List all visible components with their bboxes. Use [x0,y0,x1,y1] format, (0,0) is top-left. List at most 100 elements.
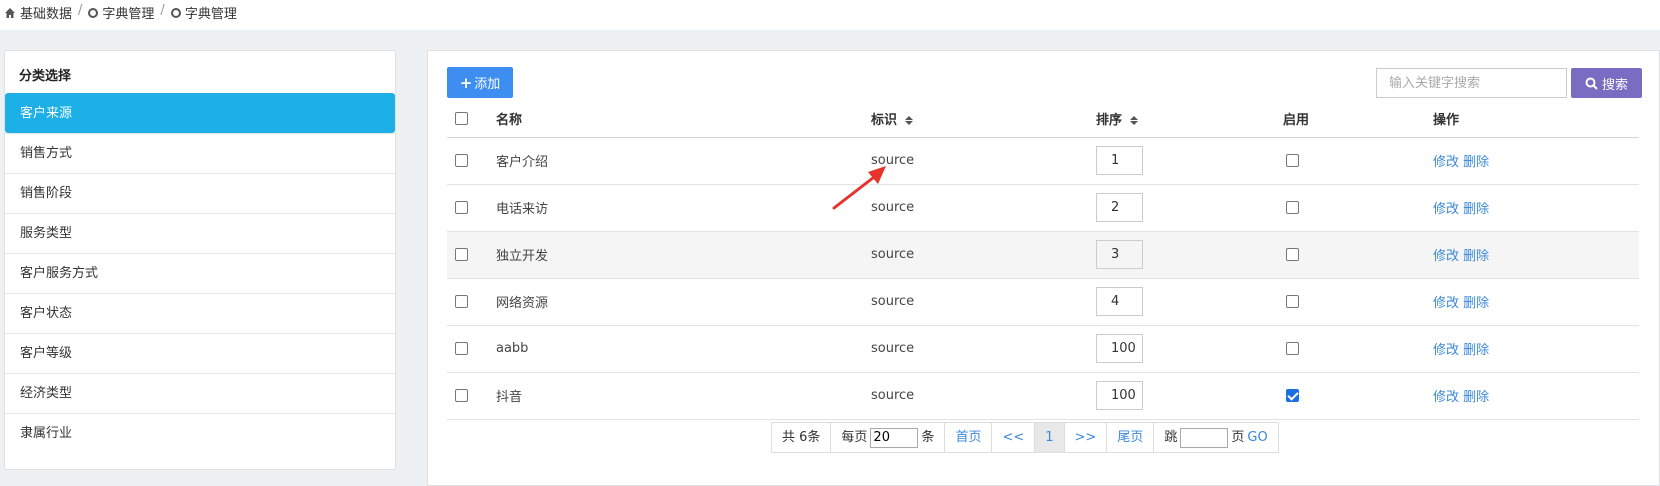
per-page-input[interactable] [870,427,919,448]
breadcrumb-level2-label: 字典管理 [102,7,155,22]
row-checkbox[interactable] [455,154,468,167]
delete-link[interactable]: 删除 [1463,296,1489,311]
row-code: source [871,278,1096,326]
breadcrumb-level3[interactable]: 字典管理 [170,3,237,22]
breadcrumb-separator: / [78,3,83,18]
enabled-checkbox[interactable] [1286,342,1299,355]
pager-jump: 跳 页 GO [1154,423,1277,452]
pager-jump-prefix: 跳 [1164,430,1178,445]
main-panel: + 添加 搜索 名称 标识 排序 启用 操作 客户介绍 source 1 [427,50,1660,486]
order-input[interactable]: 4 [1096,287,1143,316]
category-item-sales-method[interactable]: 销售方式 [5,133,395,173]
circle-icon [170,7,181,18]
row-code: source [871,137,1096,185]
category-item-customer-level[interactable]: 客户等级 [5,333,395,373]
sort-icon[interactable] [1130,116,1139,126]
header-enabled: 启用 [1283,113,1310,129]
order-input[interactable]: 1 [1096,146,1143,175]
row-checkbox[interactable] [455,389,468,402]
enabled-checkbox[interactable] [1286,389,1299,402]
enabled-checkbox[interactable] [1286,248,1299,261]
header-name: 名称 [496,113,523,129]
row-code: source [871,184,1096,232]
search-icon [1585,77,1598,90]
dictionary-table: 名称 标识 排序 启用 操作 客户介绍 source 1 修改 删除 电话来访 … [447,101,1639,420]
delete-link[interactable]: 删除 [1463,343,1489,358]
jump-page-input[interactable] [1180,427,1229,448]
pager-next[interactable]: >> [1065,423,1108,452]
table-row: 抖音 source 100 修改 删除 [447,372,1639,420]
edit-link[interactable]: 修改 [1433,202,1459,217]
pager-prev[interactable]: << [992,423,1036,452]
pager-per-page-prefix: 每页 [841,430,868,445]
edit-link[interactable]: 修改 [1433,155,1459,170]
category-item-industry[interactable]: 隶属行业 [5,413,395,453]
pager-first[interactable]: 首页 [945,423,993,452]
table-row: 客户介绍 source 1 修改 删除 [447,137,1639,185]
pager-total: 共 6条 [772,423,832,452]
enabled-checkbox[interactable] [1286,295,1299,308]
table-row: aabb source 100 修改 删除 [447,325,1639,373]
header-code[interactable]: 标识 [871,113,897,128]
search-input[interactable] [1376,68,1567,98]
pager-per-page-suffix: 条 [921,430,935,445]
table-header-row: 名称 标识 排序 启用 操作 [447,101,1639,138]
delete-link[interactable]: 删除 [1463,155,1489,170]
search-button[interactable]: 搜索 [1571,68,1642,98]
row-name: 客户介绍 [496,137,871,185]
edit-link[interactable]: 修改 [1433,343,1459,358]
delete-link[interactable]: 删除 [1463,249,1489,264]
row-checkbox[interactable] [455,295,468,308]
breadcrumb-level2[interactable]: 字典管理 [88,3,154,22]
edit-link[interactable]: 修改 [1433,249,1459,264]
breadcrumb-separator: / [160,3,165,18]
category-item-service-type[interactable]: 服务类型 [5,213,395,253]
row-checkbox[interactable] [455,201,468,214]
category-item-customer-source[interactable]: 客户来源 [5,93,395,133]
table-row: 网络资源 source 4 修改 删除 [447,278,1639,326]
edit-link[interactable]: 修改 [1433,390,1459,405]
category-item-customer-service-method[interactable]: 客户服务方式 [5,253,395,293]
enabled-checkbox[interactable] [1286,154,1299,167]
pager-current-page[interactable]: 1 [1035,423,1065,452]
order-input[interactable]: 100 [1096,381,1143,410]
category-item-economic-type[interactable]: 经济类型 [5,373,395,413]
row-name: aabb [496,325,871,373]
breadcrumb-home[interactable]: 基础数据 [4,3,72,22]
delete-link[interactable]: 删除 [1463,390,1489,405]
header-order[interactable]: 排序 [1096,113,1122,128]
row-code: source [871,231,1096,279]
row-code: source [871,325,1096,373]
row-name: 网络资源 [496,278,871,326]
header-ops: 操作 [1433,113,1460,129]
category-panel: 分类选择 客户来源 销售方式 销售阶段 服务类型 客户服务方式 客户状态 客户等… [4,50,396,470]
row-checkbox[interactable] [455,342,468,355]
add-button[interactable]: + 添加 [447,67,513,98]
table-row: 独立开发 source 3 修改 删除 [447,231,1639,279]
order-input[interactable]: 100 [1096,334,1143,363]
table-row: 电话来访 source 2 修改 删除 [447,184,1639,232]
annotation-arrow-icon [832,166,886,210]
row-checkbox[interactable] [455,248,468,261]
plus-icon: + [459,73,473,92]
circle-icon [88,7,99,18]
category-item-customer-status[interactable]: 客户状态 [5,293,395,333]
pager-go-button[interactable]: GO [1247,423,1267,452]
select-all-checkbox[interactable] [455,112,468,126]
order-input[interactable]: 2 [1096,193,1143,222]
add-button-label: 添加 [474,77,501,92]
enabled-checkbox[interactable] [1286,201,1299,214]
pager-last[interactable]: 尾页 [1107,423,1155,452]
breadcrumb-home-label: 基础数据 [20,7,73,22]
pagination: 共 6条 每页 条 首页 << 1 >> 尾页 跳 页 GO [771,422,1279,453]
order-input[interactable]: 3 [1096,240,1143,269]
pager-per-page: 每页 条 [831,423,946,452]
row-name: 电话来访 [496,184,871,232]
breadcrumb-level3-label: 字典管理 [184,7,237,22]
sort-icon[interactable] [905,116,914,126]
edit-link[interactable]: 修改 [1433,296,1459,311]
row-name: 抖音 [496,372,871,420]
category-item-sales-stage[interactable]: 销售阶段 [5,173,395,213]
breadcrumb: 基础数据 / 字典管理 / 字典管理 [0,0,1660,30]
delete-link[interactable]: 删除 [1463,202,1489,217]
